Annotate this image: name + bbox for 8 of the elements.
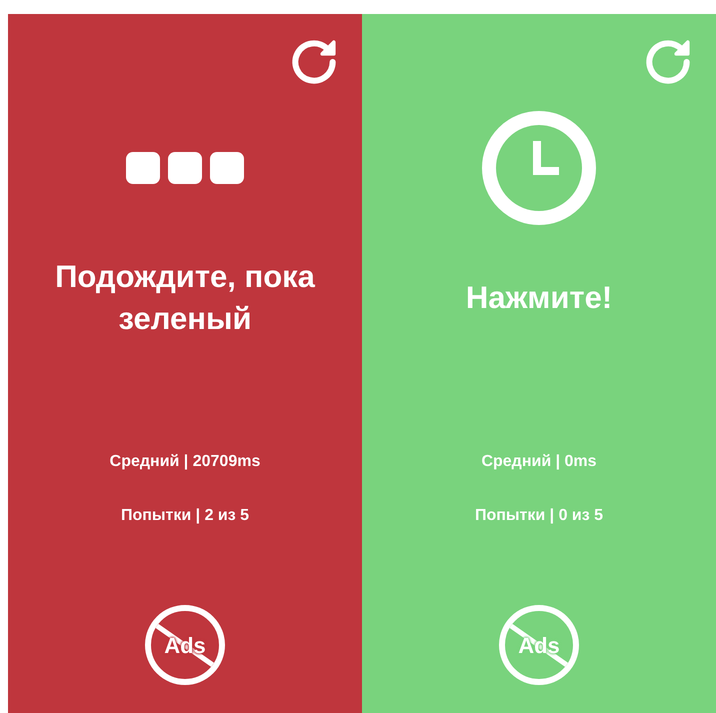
instruction-text: Нажмите!	[466, 279, 612, 317]
attempts-text: Попытки | 0 из 5	[474, 506, 604, 526]
average-time-text: Средний | 20709ms	[110, 452, 260, 472]
clock-icon	[480, 109, 598, 227]
waiting-dots-icon	[126, 152, 244, 184]
attempts-text: Попытки | 2 из 5	[120, 506, 250, 526]
average-time-text: Средний | 0ms	[481, 452, 597, 472]
instruction-text: Подождите, пока зеленый	[54, 258, 316, 338]
